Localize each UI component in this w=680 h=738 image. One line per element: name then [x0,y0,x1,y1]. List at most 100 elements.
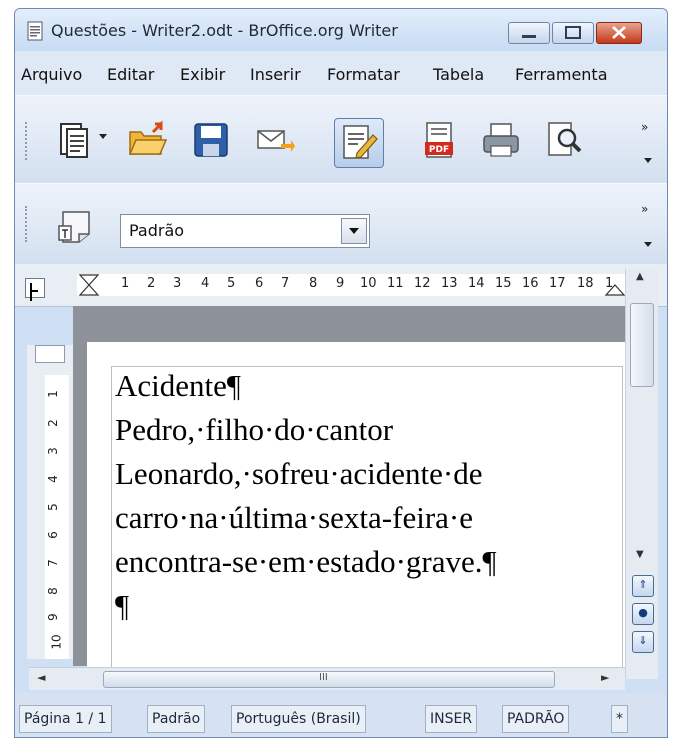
close-button[interactable] [596,22,642,44]
scroll-left-arrow-icon[interactable]: ◄ [37,671,45,684]
scroll-down-arrow-icon[interactable]: ▼ [636,549,644,560]
document-paragraph[interactable]: Acidente¶ [115,368,241,404]
ruler-number: 5 [227,276,236,291]
document-paragraph[interactable]: carro·na·última·sexta-feira·e [115,500,473,536]
standard-toolbar: PDF » [15,95,667,184]
ruler-number: 6 [255,276,264,291]
ruler-number: 14 [468,276,485,291]
document-paragraph[interactable]: Leonardo,·sofreu·acidente·de [115,456,483,492]
vertical-scroll-thumb[interactable] [630,303,654,387]
maximize-button[interactable] [552,22,594,44]
vertical-ruler-number: 2 [45,419,60,427]
scroll-grip-icon: III [319,672,328,683]
toolbar-overflow-arrow-icon[interactable] [644,158,652,163]
new-dropdown-arrow-icon[interactable] [99,134,107,139]
minimize-button[interactable] [508,22,550,44]
document-paragraph[interactable]: encontra-se·em·estado·grave.¶ [115,544,497,580]
navigation-button[interactable]: ● [632,603,654,625]
paragraph-style-value: Padrão [129,221,185,240]
vertical-ruler-number: 9 [45,613,60,621]
horizontal-ruler[interactable]: 1 2 3 4 5 6 7 8 9 10 11 12 13 14 15 16 1… [15,264,667,307]
ruler-number: 4 [201,276,210,291]
page-preview-button[interactable] [543,120,583,160]
ruler-number: 16 [522,276,539,291]
ruler-number: 10 [360,276,377,291]
paragraph-style-select[interactable]: Padrão [120,214,370,248]
edit-file-icon [343,125,378,159]
chevron-down-icon[interactable] [341,218,367,244]
new-document-icon [60,123,88,158]
ruler-number: 13 [441,276,458,291]
status-page[interactable]: Página 1 / 1 [19,705,112,733]
status-language[interactable]: Português (Brasil) [231,705,366,733]
save-button[interactable] [191,120,231,160]
print-button[interactable] [481,120,521,160]
ruler-number: 2 [147,276,156,291]
menu-exibir[interactable]: Exibir [180,65,225,84]
formatting-overflow-arrow-icon[interactable] [644,242,652,247]
document-paragraph[interactable]: ¶ [115,588,129,624]
menu-arquivo[interactable]: Arquivo [21,65,82,84]
minimize-icon [522,35,536,38]
folder-open-icon [128,120,168,155]
document-area[interactable]: Acidente¶ Pedro,·filho·do·cantor Leonard… [73,306,625,678]
nav-object-icon: ● [638,606,648,619]
formatting-toolbar-grip[interactable] [25,206,31,242]
vertical-ruler-corner [35,345,65,363]
formatting-overflow-chevron[interactable]: » [641,202,648,216]
ruler-number: 8 [309,276,318,291]
status-page-style[interactable]: Padrão [147,705,206,733]
menu-formatar[interactable]: Formatar [327,65,400,84]
menu-ferramentas[interactable]: Ferramenta [515,65,608,84]
scroll-up-arrow-icon[interactable]: ▲ [636,271,644,282]
document-paragraph[interactable]: Pedro,·filho·do·cantor [115,412,393,448]
ruler-number: 12 [414,276,431,291]
pdf-icon: PDF [425,122,453,158]
ruler-number: 9 [336,276,345,291]
vertical-ruler-number: 7 [45,559,60,567]
status-insert-mode[interactable]: INSER [425,705,478,733]
nav-prev-icon: ⇑ [638,578,648,591]
tab-stop-selector[interactable] [25,278,45,298]
vertical-ruler-number: 8 [45,587,60,595]
ruler-number: 17 [549,276,566,291]
vertical-ruler-number: 3 [45,447,60,455]
save-icon [194,123,228,157]
ruler-number: 7 [281,276,290,291]
left-indent-icon[interactable] [77,274,101,296]
horizontal-scrollbar[interactable]: ◄ III ► [29,667,625,690]
ruler-number: 15 [495,276,512,291]
vertical-ruler-number: 10 [49,634,64,650]
new-document-button[interactable] [55,120,95,160]
previous-page-button[interactable]: ⇑ [632,575,654,597]
page-preview-icon [548,122,582,156]
scroll-right-arrow-icon[interactable]: ► [601,671,609,684]
horizontal-scroll-thumb[interactable]: III [103,671,555,688]
menu-inserir[interactable]: Inserir [250,65,301,84]
svg-text:PDF: PDF [429,145,449,155]
edit-mode-toggle[interactable] [334,118,384,168]
close-icon [612,26,626,39]
menu-tabela[interactable]: Tabela [433,65,484,84]
export-pdf-button[interactable]: PDF [419,120,459,160]
ruler-number: 1 [605,276,614,291]
vertical-ruler-number: 1 [45,390,60,398]
open-button[interactable] [127,120,168,160]
formatting-toolbar: Padrão » [15,183,667,265]
styles-formatting-button[interactable] [55,206,95,246]
status-modified[interactable]: * [611,705,628,733]
title-bar: Questões - Writer2.odt - BrOffice.org Wr… [15,9,667,51]
vertical-scrollbar[interactable]: ▲ ▼ ⇑ ● ⇓ [625,269,658,679]
menu-editar[interactable]: Editar [107,65,154,84]
toolbar-overflow-chevron[interactable]: » [641,120,648,134]
styles-icon [58,211,90,243]
document-page[interactable]: Acidente¶ Pedro,·filho·do·cantor Leonard… [87,342,625,678]
vertical-ruler[interactable]: 1 2 3 4 5 6 7 8 9 10 [27,345,73,659]
printer-icon [483,123,519,157]
status-selection-mode[interactable]: PADRÃO [502,705,570,733]
nav-next-icon: ⇓ [638,634,648,647]
next-page-button[interactable]: ⇓ [632,631,654,653]
email-icon [257,130,295,152]
toolbar-grip[interactable] [25,122,31,160]
email-document-button[interactable] [255,120,295,160]
